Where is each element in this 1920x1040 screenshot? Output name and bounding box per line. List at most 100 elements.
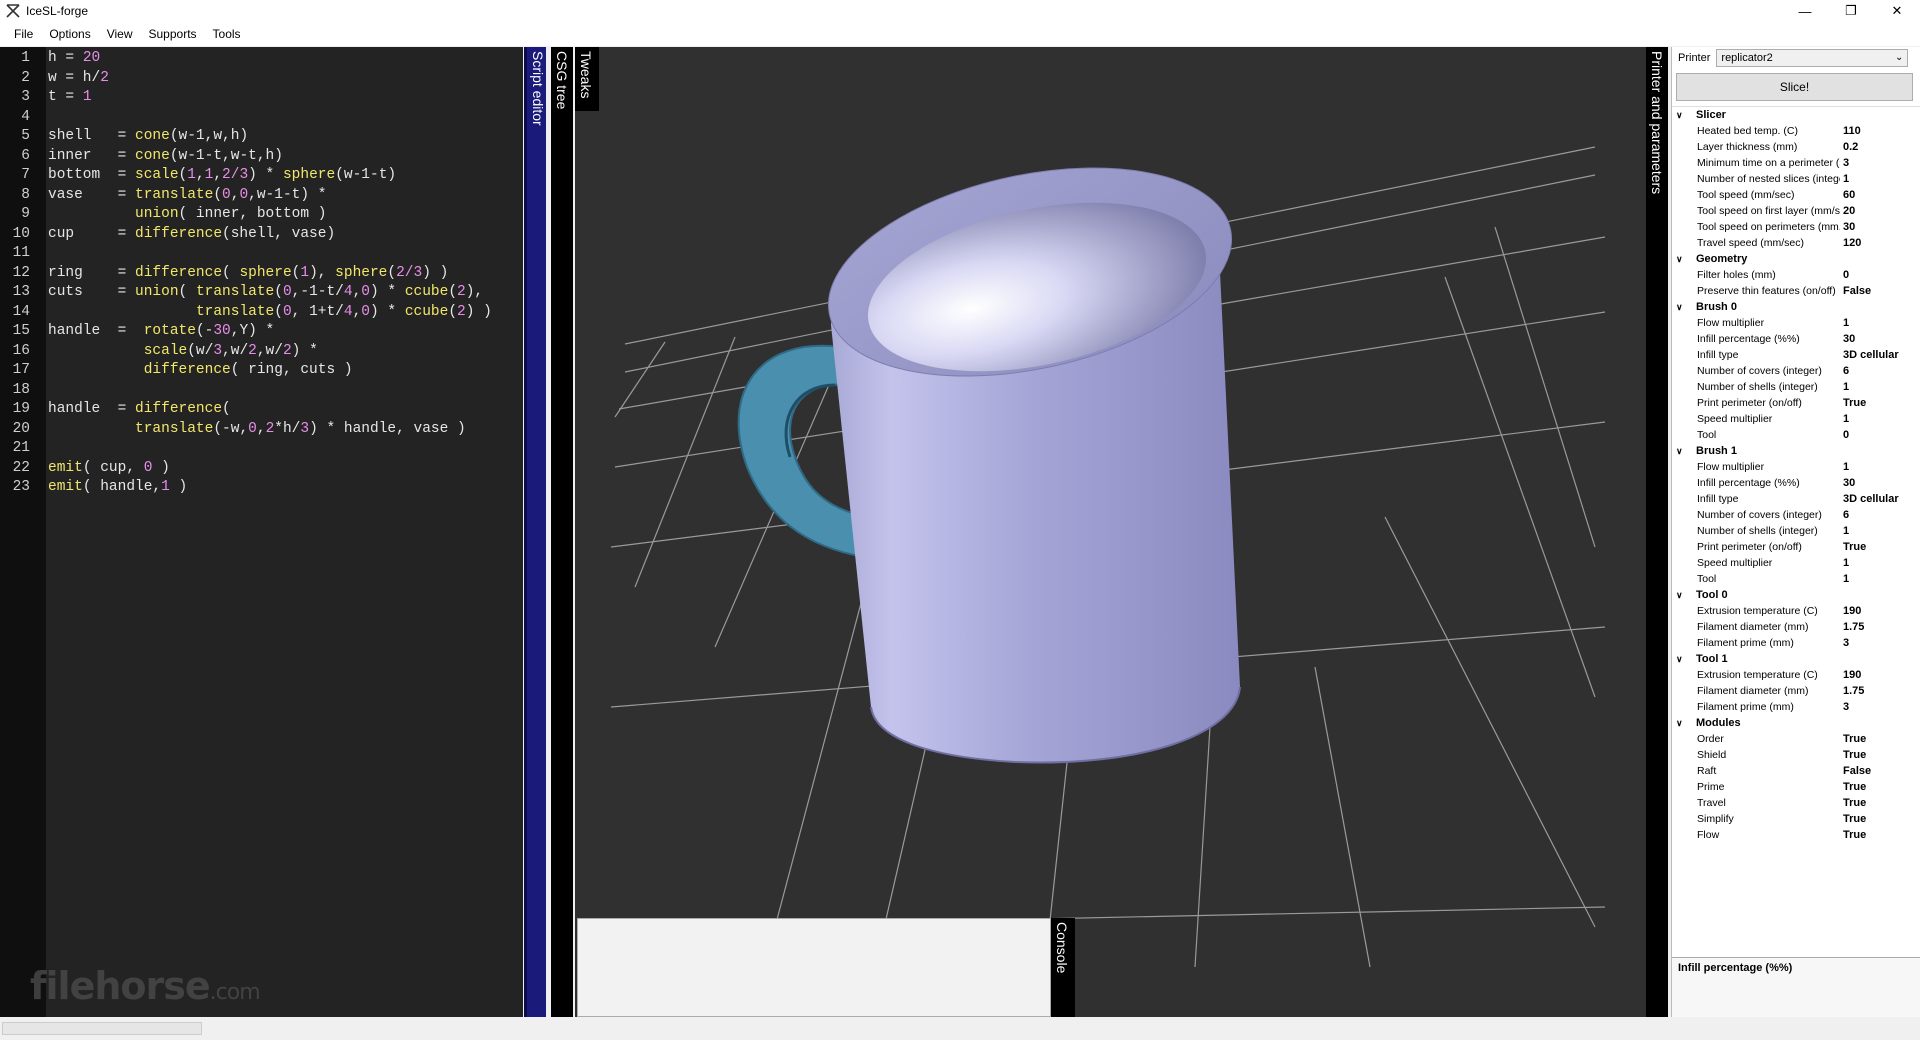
- param-row[interactable]: Tool 0: [1672, 427, 1920, 443]
- param-row[interactable]: Filter holes (mm) 0: [1672, 267, 1920, 283]
- param-value[interactable]: 3D cellular: [1843, 491, 1899, 507]
- param-row[interactable]: Number of nested slices (intege 1: [1672, 171, 1920, 187]
- param-row[interactable]: Infill type 3D cellular: [1672, 491, 1920, 507]
- param-value[interactable]: False: [1843, 283, 1871, 299]
- menu-view[interactable]: View: [99, 22, 141, 46]
- param-section-tool-1[interactable]: ∨ Tool 1: [1672, 651, 1920, 667]
- code-line[interactable]: 15 handle = rotate(-30,Y) *: [0, 322, 275, 341]
- tab-csg-tree[interactable]: CSG tree: [551, 47, 573, 1017]
- param-row[interactable]: Tool 1: [1672, 571, 1920, 587]
- code-line[interactable]: 9 union( inner, bottom ): [0, 205, 326, 224]
- param-row[interactable]: Travel speed (mm/sec) 120: [1672, 235, 1920, 251]
- tab-script-editor[interactable]: Script editor: [524, 47, 546, 1017]
- code-line[interactable]: 22 emit( cup, 0 ): [0, 459, 170, 478]
- menu-tools[interactable]: Tools: [205, 22, 249, 46]
- param-row[interactable]: Simplify True: [1672, 811, 1920, 827]
- tab-printer-and-parameters[interactable]: Printer and parameters: [1646, 47, 1668, 1017]
- param-value[interactable]: True: [1843, 395, 1866, 411]
- param-value[interactable]: 3: [1843, 635, 1849, 651]
- param-value[interactable]: 6: [1843, 363, 1849, 379]
- param-value[interactable]: 190: [1843, 667, 1861, 683]
- param-row[interactable]: Prime True: [1672, 779, 1920, 795]
- code-line[interactable]: 23 emit( handle,1 ): [0, 478, 188, 497]
- param-value[interactable]: 1: [1843, 379, 1849, 395]
- code-line[interactable]: 14 translate(0, 1+t/4,0) * ccube(2) ): [0, 303, 492, 322]
- chevron-down-icon[interactable]: ∨: [1676, 299, 1683, 315]
- script-editor[interactable]: 1h = 20 2 w = h/2 3 t = 1 4 5 shell = cone(w-1,…: [0, 47, 523, 1017]
- param-row[interactable]: Heated bed temp. (C) 110: [1672, 123, 1920, 139]
- 3d-viewport[interactable]: [575, 47, 1647, 1017]
- param-value[interactable]: 6: [1843, 507, 1849, 523]
- param-row[interactable]: Shield True: [1672, 747, 1920, 763]
- code-line[interactable]: 10 cup = difference(shell, vase): [0, 225, 336, 244]
- param-row[interactable]: Number of shells (integer) 1: [1672, 523, 1920, 539]
- param-section-brush-1[interactable]: ∨ Brush 1: [1672, 443, 1920, 459]
- code-line[interactable]: 4: [0, 108, 48, 127]
- code-line[interactable]: 11: [0, 244, 48, 263]
- param-value[interactable]: 1: [1843, 571, 1849, 587]
- param-row[interactable]: Number of covers (integer) 6: [1672, 363, 1920, 379]
- param-row[interactable]: Number of covers (integer) 6: [1672, 507, 1920, 523]
- param-row[interactable]: Tool speed (mm/sec) 60: [1672, 187, 1920, 203]
- code-line[interactable]: 21: [0, 439, 48, 458]
- code-line[interactable]: 8 vase = translate(0,0,w-1-t) *: [0, 186, 326, 205]
- param-value[interactable]: 190: [1843, 603, 1861, 619]
- tab-tweaks[interactable]: Tweaks: [575, 47, 599, 111]
- param-row[interactable]: Preserve thin features (on/off) False: [1672, 283, 1920, 299]
- code-line[interactable]: 5 shell = cone(w-1,w,h): [0, 127, 248, 146]
- param-row[interactable]: Filament prime (mm) 3: [1672, 635, 1920, 651]
- menu-supports[interactable]: Supports: [141, 22, 205, 46]
- param-value[interactable]: 0: [1843, 427, 1849, 443]
- param-row[interactable]: Flow multiplier 1: [1672, 459, 1920, 475]
- param-value[interactable]: 1.75: [1843, 619, 1864, 635]
- code-line[interactable]: 17 difference( ring, cuts ): [0, 361, 353, 380]
- param-row[interactable]: Layer thickness (mm) 0.2: [1672, 139, 1920, 155]
- code-line[interactable]: 12 ring = difference( sphere(1), sphere(2…: [0, 264, 449, 283]
- param-value[interactable]: False: [1843, 763, 1871, 779]
- code-line[interactable]: 3 t = 1: [0, 88, 91, 107]
- minimize-icon[interactable]: —: [1782, 0, 1828, 22]
- param-value[interactable]: True: [1843, 811, 1866, 827]
- param-value[interactable]: 30: [1843, 331, 1855, 347]
- param-value[interactable]: 1: [1843, 171, 1849, 187]
- chevron-down-icon[interactable]: ∨: [1676, 107, 1683, 123]
- param-value[interactable]: 1: [1843, 555, 1849, 571]
- param-value[interactable]: 120: [1843, 235, 1861, 251]
- param-section-tool-0[interactable]: ∨ Tool 0: [1672, 587, 1920, 603]
- code-line[interactable]: 16 scale(w/3,w/2,w/2) *: [0, 342, 318, 361]
- param-row[interactable]: Filament diameter (mm) 1.75: [1672, 619, 1920, 635]
- param-row[interactable]: Minimum time on a perimeter (s 3: [1672, 155, 1920, 171]
- printer-select[interactable]: replicator2 ⌄: [1716, 49, 1909, 67]
- chevron-down-icon[interactable]: ∨: [1676, 251, 1683, 267]
- menu-file[interactable]: File: [6, 22, 41, 46]
- code-line[interactable]: 20 translate(-w,0,2*h/3) * handle, vase …: [0, 420, 466, 439]
- code-line[interactable]: 18: [0, 381, 48, 400]
- chevron-down-icon[interactable]: ∨: [1676, 587, 1683, 603]
- param-row[interactable]: Travel True: [1672, 795, 1920, 811]
- param-row[interactable]: Speed multiplier 1: [1672, 555, 1920, 571]
- param-row[interactable]: Order True: [1672, 731, 1920, 747]
- param-value[interactable]: 1: [1843, 315, 1849, 331]
- param-value[interactable]: 60: [1843, 187, 1855, 203]
- param-value[interactable]: True: [1843, 747, 1866, 763]
- param-value[interactable]: 1: [1843, 523, 1849, 539]
- code-line[interactable]: 19 handle = difference(: [0, 400, 231, 419]
- param-value[interactable]: 3: [1843, 699, 1849, 715]
- param-section-slicer[interactable]: ∨ Slicer: [1672, 107, 1920, 123]
- param-value[interactable]: True: [1843, 795, 1866, 811]
- menu-options[interactable]: Options: [41, 22, 98, 46]
- chevron-down-icon[interactable]: ∨: [1676, 651, 1683, 667]
- tab-console[interactable]: Console: [1051, 918, 1075, 1017]
- param-row[interactable]: Flow True: [1672, 827, 1920, 843]
- param-value[interactable]: 3: [1843, 155, 1849, 171]
- param-value[interactable]: True: [1843, 731, 1866, 747]
- console-output[interactable]: [577, 918, 1051, 1017]
- param-row[interactable]: Raft False: [1672, 763, 1920, 779]
- param-value[interactable]: 110: [1843, 123, 1861, 139]
- param-row[interactable]: Tool speed on first layer (mm/s 20: [1672, 203, 1920, 219]
- param-row[interactable]: Flow multiplier 1: [1672, 315, 1920, 331]
- param-value[interactable]: 0.2: [1843, 139, 1858, 155]
- param-section-modules[interactable]: ∨ Modules: [1672, 715, 1920, 731]
- restore-icon[interactable]: ❐: [1828, 0, 1874, 22]
- param-section-brush-0[interactable]: ∨ Brush 0: [1672, 299, 1920, 315]
